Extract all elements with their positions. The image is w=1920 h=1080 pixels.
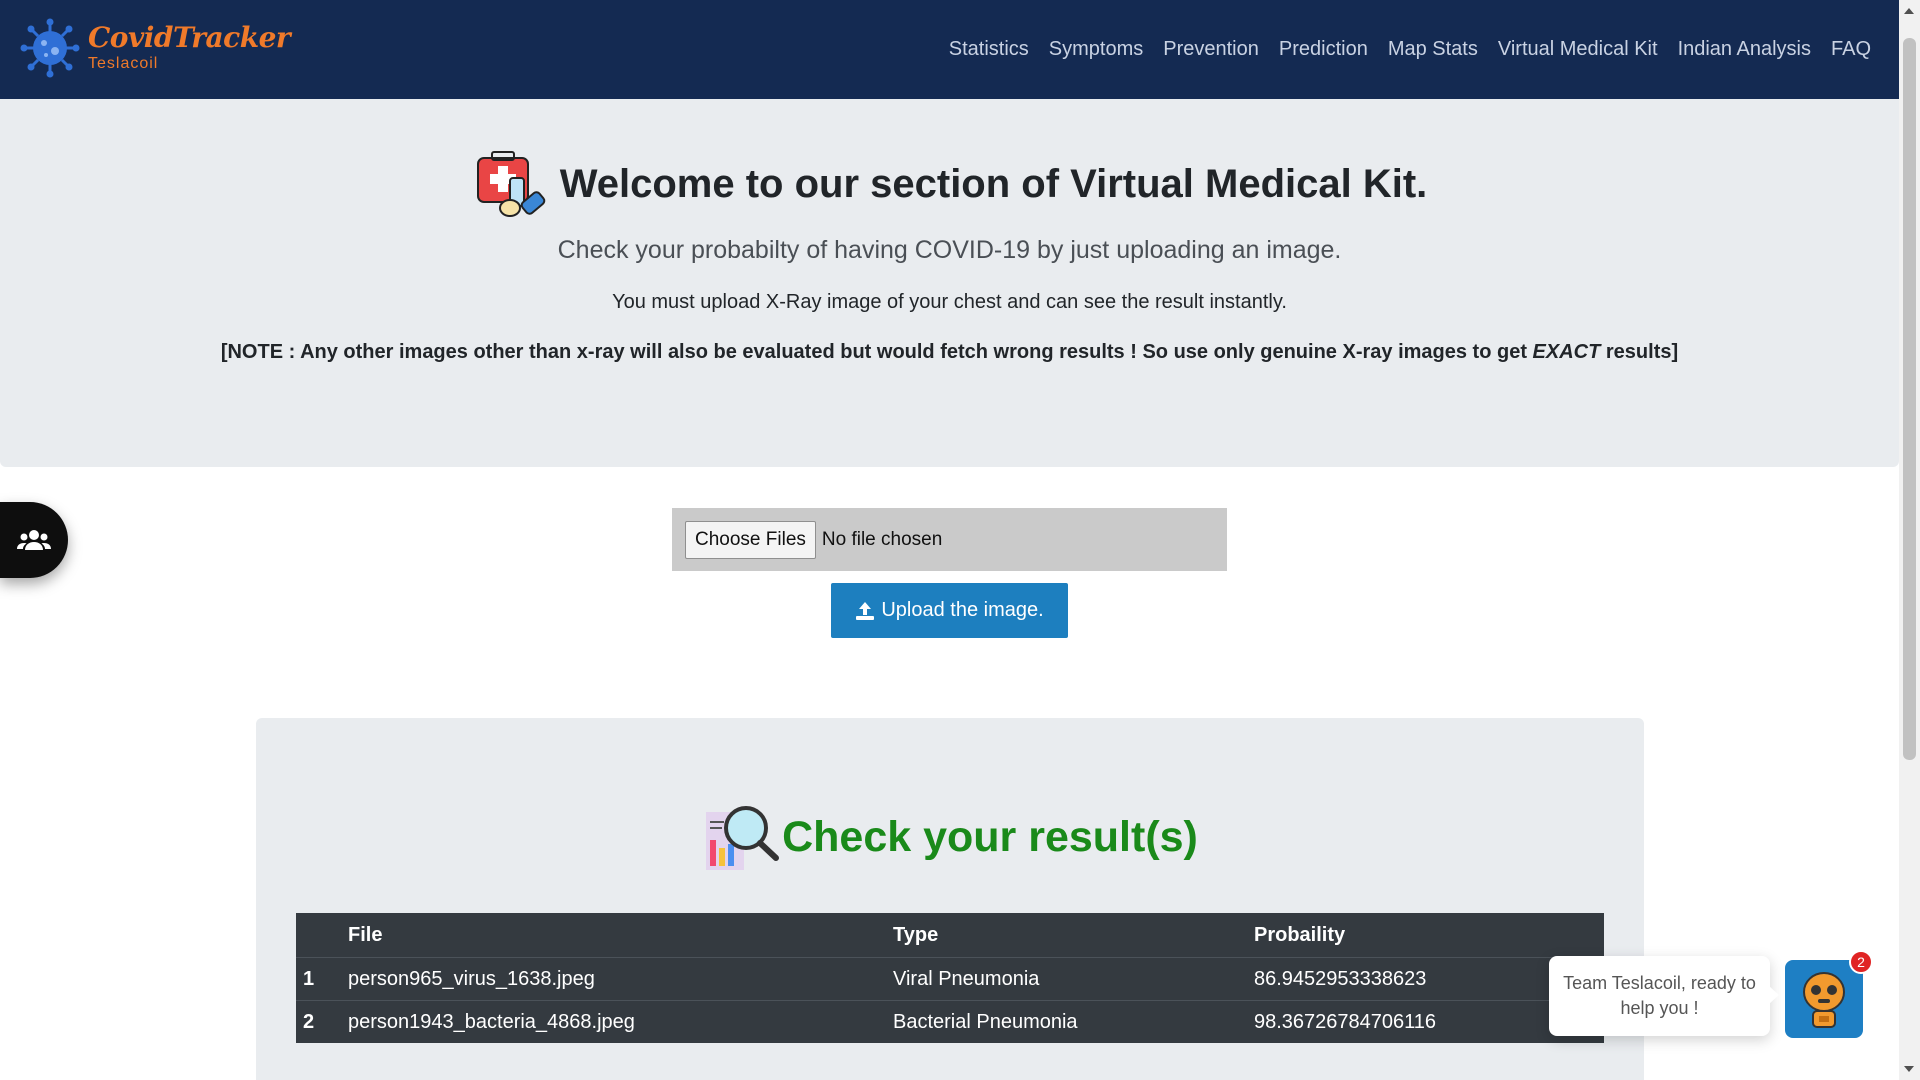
upload-icon [856,601,875,620]
chat-launcher-button[interactable] [1785,960,1863,1038]
nav-statistics[interactable]: Statistics [949,38,1029,61]
chat-notification-badge: 2 [1849,950,1873,974]
row-num: 2 [303,1010,315,1033]
brand-title: CovidTracker [88,21,291,54]
col-header-file: File [348,923,383,946]
table-row: 1 person965_virus_1638.jpeg Viral Pneumo… [296,957,1604,1000]
nav-links: Statistics Symptoms Prevention Predictio… [929,0,1871,99]
row-file: person1943_bacteria_4868.jpeg [348,1010,635,1033]
nav-symptoms[interactable]: Symptoms [1049,38,1143,61]
table-header-row: File Type Probaility [296,913,1604,957]
robot-avatar-icon [1803,972,1845,1028]
brand-subtitle: Teslacoil [88,55,159,72]
lead-text: Check your probabilty of having COVID-19… [557,236,1342,264]
file-status: No file chosen [821,528,943,550]
results-title: Check your result(s) [782,812,1198,861]
col-header-probability: Probaility [1254,923,1346,946]
hero-section: Welcome to our section of Virtual Medica… [0,99,1899,467]
note-suffix: results] [1600,341,1679,363]
top-navbar: CovidTracker Teslacoil Statistics Sympto… [0,0,1899,99]
page-scrollbar[interactable] [1899,0,1920,1080]
page-title: Welcome to our section of Virtual Medica… [559,161,1428,206]
upload-button-label: Upload the image. [881,599,1044,621]
choose-files-button[interactable]: Choose Files [685,520,816,559]
virus-logo-icon [20,18,80,78]
medical-kit-icon [476,151,546,217]
row-type: Viral Pneumonia [893,967,1040,990]
brand[interactable]: CovidTracker Teslacoil [20,18,291,78]
team-float-button[interactable] [0,502,68,578]
file-input[interactable]: Choose Files No file chosen [672,508,1227,571]
row-type: Bacterial Pneumonia [893,1010,1078,1033]
info-text: You must upload X-Ray image of your ches… [612,291,1287,313]
nav-prediction[interactable]: Prediction [1279,38,1368,61]
row-file: person965_virus_1638.jpeg [348,967,595,990]
note-text: [NOTE : Any other images other than x-ra… [0,341,1899,364]
nav-indian-analysis[interactable]: Indian Analysis [1678,38,1811,61]
scroll-thumb[interactable] [1903,38,1916,760]
nav-virtual-medical-kit[interactable]: Virtual Medical Kit [1498,38,1658,61]
col-header-type: Type [893,923,939,946]
nav-map-stats[interactable]: Map Stats [1388,38,1478,61]
nav-faq[interactable]: FAQ [1831,38,1871,61]
chat-greeting-bubble[interactable]: Team Teslacoil, ready to help you ! [1549,956,1779,1036]
note-emphasis: EXACT [1532,341,1601,363]
scroll-up-arrow-icon[interactable] [1904,8,1914,14]
result-search-icon [706,806,780,870]
results-section: Check your result(s) File Type Probailit… [256,718,1644,1080]
users-icon [17,530,51,550]
scroll-down-arrow-icon[interactable] [1904,1066,1914,1072]
note-prefix: [NOTE : Any other images other than x-ra… [220,341,1533,363]
results-table: File Type Probaility 1 person965_virus_1… [296,913,1604,1043]
row-num: 1 [303,967,315,990]
nav-prevention[interactable]: Prevention [1163,38,1259,61]
table-row: 2 person1943_bacteria_4868.jpeg Bacteria… [296,1000,1604,1043]
upload-button[interactable]: Upload the image. [831,583,1068,638]
